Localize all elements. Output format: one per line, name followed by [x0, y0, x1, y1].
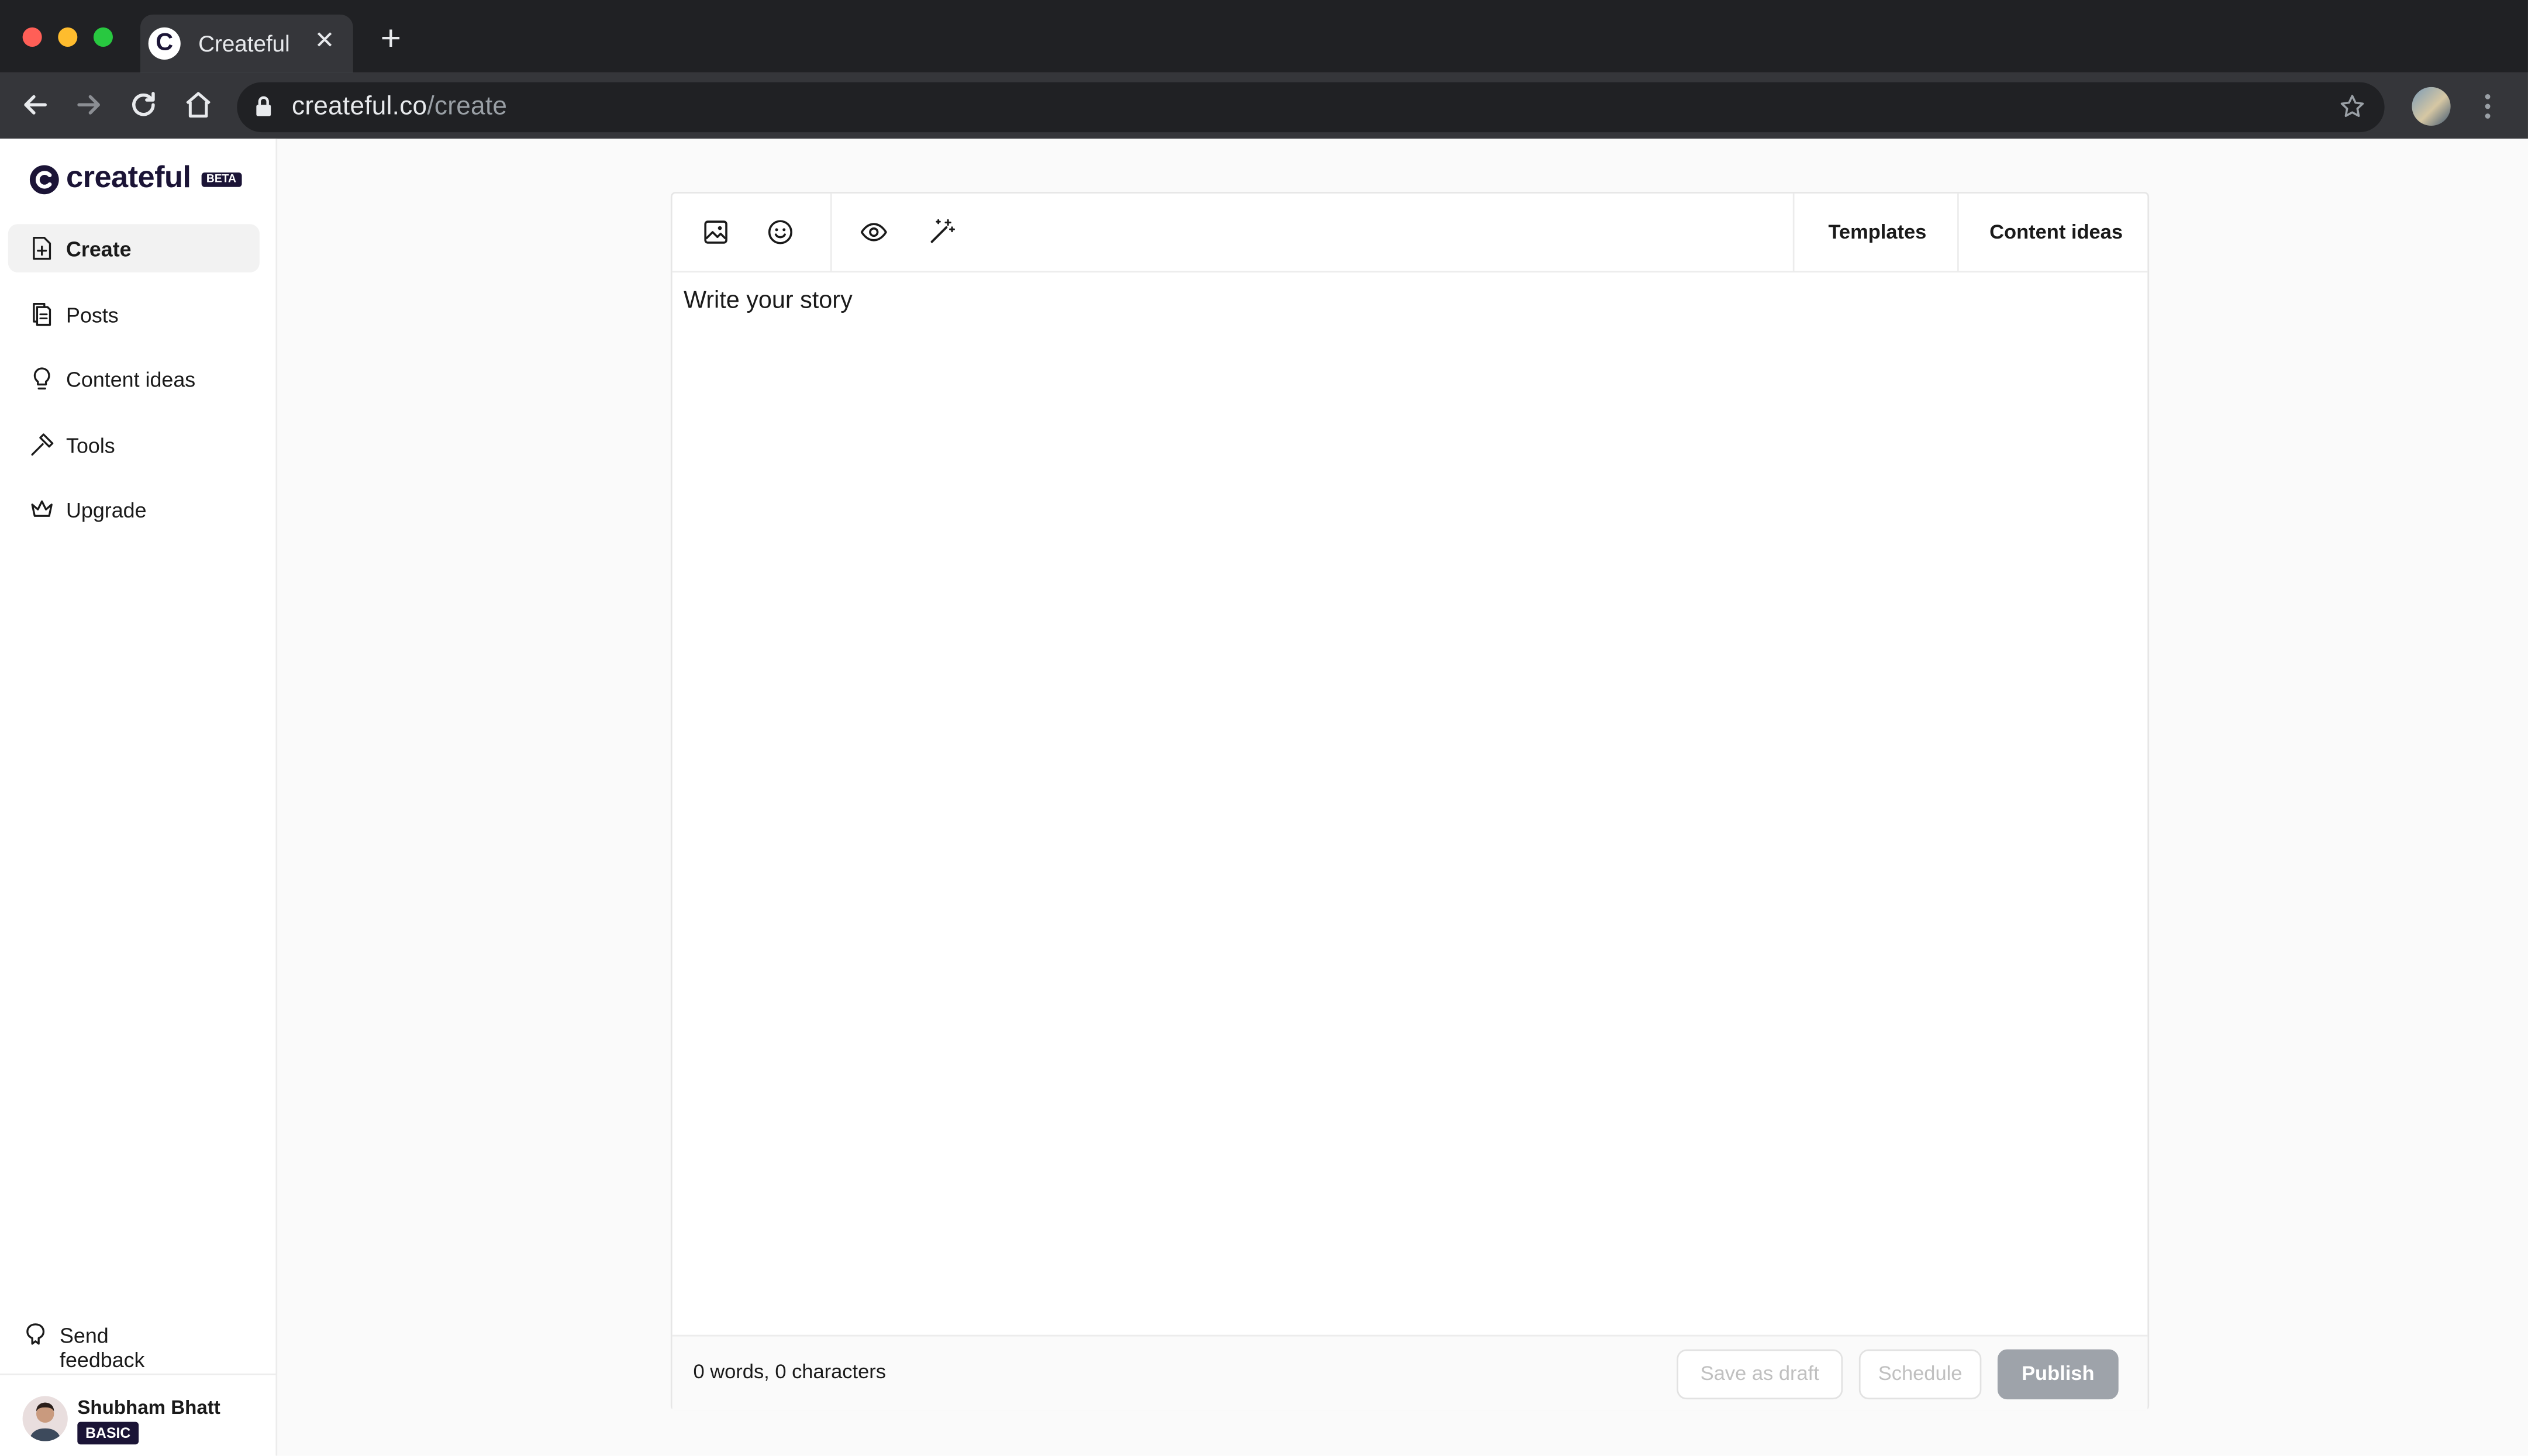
sidebar-item-label: Posts — [66, 303, 119, 327]
url-text: createful.co/create — [292, 94, 507, 123]
close-tab-icon[interactable]: ✕ — [315, 26, 335, 55]
emoji-icon[interactable] — [766, 218, 795, 247]
createful-favicon-icon: C — [148, 27, 181, 60]
browser-tab[interactable]: C Createful ✕ — [140, 14, 353, 73]
save-as-draft-button[interactable]: Save as draft — [1677, 1349, 1843, 1400]
back-arrow-icon[interactable] — [19, 89, 51, 121]
brand-name: createful — [66, 161, 191, 195]
sidebar-item-label: Tools — [66, 433, 115, 458]
address-bar[interactable]: createful.co/create — [237, 82, 2385, 133]
files-icon — [33, 303, 51, 326]
templates-button[interactable]: Templates — [1828, 221, 1926, 244]
plan-badge: BASIC — [77, 1422, 139, 1445]
toolbar-divider — [830, 193, 832, 271]
browser-toolbar: createful.co/create — [0, 73, 2528, 139]
bookmark-star-icon[interactable] — [2339, 94, 2365, 119]
url-path: /create — [427, 93, 508, 121]
reload-icon[interactable] — [127, 89, 160, 121]
sidebar-item-create[interactable]: Create — [8, 224, 260, 272]
feedback-icon — [26, 1323, 45, 1345]
sidebar-item-label: Content ideas — [66, 367, 196, 392]
preview-eye-icon[interactable] — [859, 218, 888, 247]
maximize-window-button[interactable] — [93, 27, 113, 47]
browser-profile-avatar[interactable] — [2412, 87, 2451, 126]
sidebar-item-tools[interactable]: Tools — [8, 421, 260, 470]
browser-menu-icon[interactable] — [2477, 92, 2499, 121]
image-icon[interactable] — [701, 218, 730, 247]
editor-card: Templates Content ideas 0 words, 0 chara… — [670, 192, 2150, 1411]
tab-title: Createful — [198, 30, 290, 57]
sidebar: createful BETA Create Posts Content idea… — [0, 139, 278, 1456]
send-feedback-label: Send feedback — [60, 1323, 145, 1372]
url-domain: createful.co — [292, 93, 427, 121]
sidebar-item-content-ideas[interactable]: Content ideas — [8, 355, 260, 403]
forward-arrow-icon[interactable] — [73, 89, 105, 121]
minimize-window-button[interactable] — [58, 27, 78, 47]
schedule-button[interactable]: Schedule — [1858, 1349, 1982, 1400]
toolbar-divider — [1792, 193, 1795, 271]
new-tab-icon[interactable]: + — [381, 20, 401, 57]
word-character-count: 0 words, 0 characters — [693, 1360, 886, 1383]
user-profile[interactable]: Shubham Bhatt BASIC — [0, 1373, 276, 1456]
avatar — [22, 1396, 68, 1441]
close-window-button[interactable] — [22, 27, 42, 47]
sidebar-item-label: Upgrade — [66, 498, 147, 523]
lock-icon — [256, 96, 271, 116]
toolbar-divider — [1957, 193, 1959, 271]
sidebar-item-posts[interactable]: Posts — [8, 290, 260, 339]
publish-button[interactable]: Publish — [1997, 1349, 2119, 1400]
hammer-icon — [31, 433, 54, 456]
content-ideas-button[interactable]: Content ideas — [1989, 221, 2123, 244]
sidebar-item-label: Create — [66, 237, 132, 261]
browser-tab-bar: C Createful ✕ + — [0, 0, 2528, 73]
app-root: C Createful ✕ + createful.co/create crea… — [0, 0, 2528, 1456]
sidebar-item-upgrade[interactable]: Upgrade — [8, 485, 260, 534]
file-plus-icon — [33, 237, 51, 260]
crown-icon — [31, 500, 53, 517]
editor-toolbar: Templates Content ideas — [672, 193, 2148, 272]
home-icon[interactable] — [182, 89, 215, 121]
lightbulb-icon — [33, 367, 50, 390]
story-input[interactable] — [683, 287, 2103, 315]
user-name: Shubham Bhatt — [77, 1396, 220, 1419]
createful-logo-icon — [29, 165, 59, 195]
magic-wand-icon[interactable] — [927, 218, 956, 247]
beta-badge: BETA — [201, 172, 242, 187]
editor-footer: 0 words, 0 characters Save as draft Sche… — [672, 1334, 2148, 1411]
